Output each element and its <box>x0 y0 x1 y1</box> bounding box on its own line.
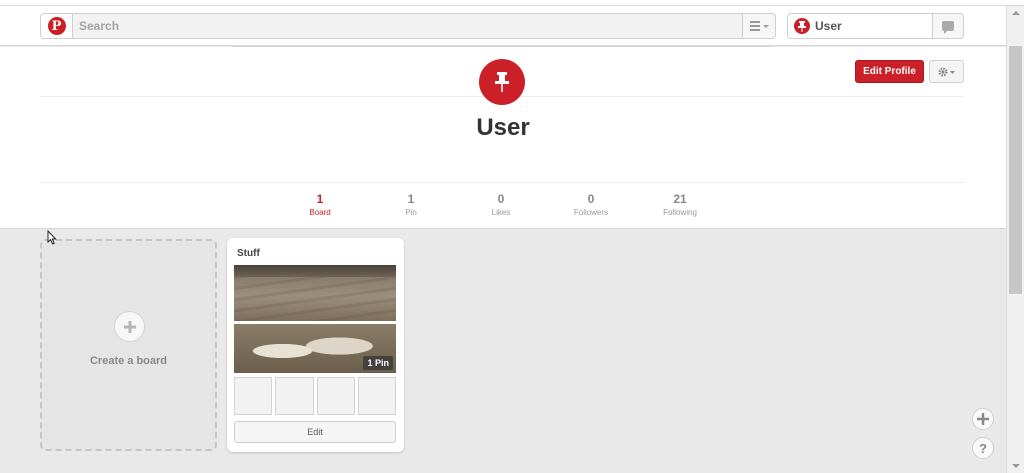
board-cover[interactable]: 1 Pin <box>234 265 396 373</box>
stat-following[interactable]: 21 Following <box>645 192 715 217</box>
stat-label: Likes <box>491 208 511 217</box>
pin-image <box>234 265 396 321</box>
mouse-cursor-icon <box>47 230 57 245</box>
gear-icon <box>937 66 955 77</box>
header-bar: P User <box>0 6 1006 48</box>
stat-count: 1 <box>407 192 415 206</box>
notifications-button[interactable] <box>932 13 964 39</box>
thumbnail-placeholder <box>316 377 355 415</box>
stat-label: Board <box>309 208 331 217</box>
edit-board-button[interactable]: Edit <box>234 421 396 443</box>
stat-pins[interactable]: 1 Pin <box>376 192 446 217</box>
stat-label: Followers <box>573 208 609 217</box>
create-board-tile[interactable]: Create a board <box>40 239 217 451</box>
question-mark-icon: ? <box>979 440 987 456</box>
pushpin-icon <box>495 72 509 92</box>
help-button[interactable]: ? <box>972 437 994 459</box>
avatar[interactable] <box>479 59 525 105</box>
search-box[interactable] <box>72 13 743 39</box>
scroll-down-arrow[interactable] <box>1007 459 1024 473</box>
search-input[interactable] <box>73 14 742 38</box>
add-pin-button[interactable] <box>972 408 994 430</box>
stat-count: 21 <box>673 192 687 206</box>
pinterest-logo-icon: P <box>47 17 66 35</box>
plus-icon <box>114 311 145 342</box>
stat-label: Following <box>663 208 697 217</box>
divider <box>40 182 964 183</box>
settings-button[interactable] <box>929 60 964 83</box>
thumbnail-placeholder <box>275 377 314 415</box>
stat-count: 0 <box>587 192 595 206</box>
board-card[interactable]: Stuff 1 Pin Edit <box>227 238 404 452</box>
board-thumbnails <box>234 377 396 415</box>
stat-followers[interactable]: 0 Followers <box>556 192 626 217</box>
thumbnail-placeholder <box>234 377 273 415</box>
profile-header: User Edit Profile 1 Board 1 Pin 0 Likes … <box>0 47 1006 229</box>
create-board-label: Create a board <box>89 355 168 367</box>
scrollbar-thumb[interactable] <box>1009 46 1022 294</box>
hamburger-menu-icon <box>749 21 760 31</box>
logo-button[interactable]: P <box>40 13 72 39</box>
board-title[interactable]: Stuff <box>237 248 260 259</box>
pin-count-badge: 1 Pin <box>363 356 393 370</box>
thumbnail-placeholder <box>357 377 396 415</box>
scroll-up-arrow[interactable] <box>1007 6 1024 20</box>
stat-count: 0 <box>497 192 505 206</box>
scrollbar[interactable] <box>1006 6 1024 473</box>
pushpin-icon <box>794 18 810 34</box>
menu-button[interactable] <box>742 13 776 39</box>
stat-boards[interactable]: 1 Board <box>285 192 355 217</box>
plus-icon <box>977 413 989 425</box>
stat-label: Pin <box>405 208 417 217</box>
speech-bubble-icon <box>942 21 954 34</box>
profile-name: User <box>476 114 530 141</box>
user-name: User <box>815 19 842 33</box>
stat-likes[interactable]: 0 Likes <box>466 192 536 217</box>
chevron-down-icon <box>762 24 769 28</box>
user-menu-button[interactable]: User <box>787 13 933 39</box>
stat-count: 1 <box>316 192 324 206</box>
edit-profile-button[interactable]: Edit Profile <box>855 60 924 83</box>
